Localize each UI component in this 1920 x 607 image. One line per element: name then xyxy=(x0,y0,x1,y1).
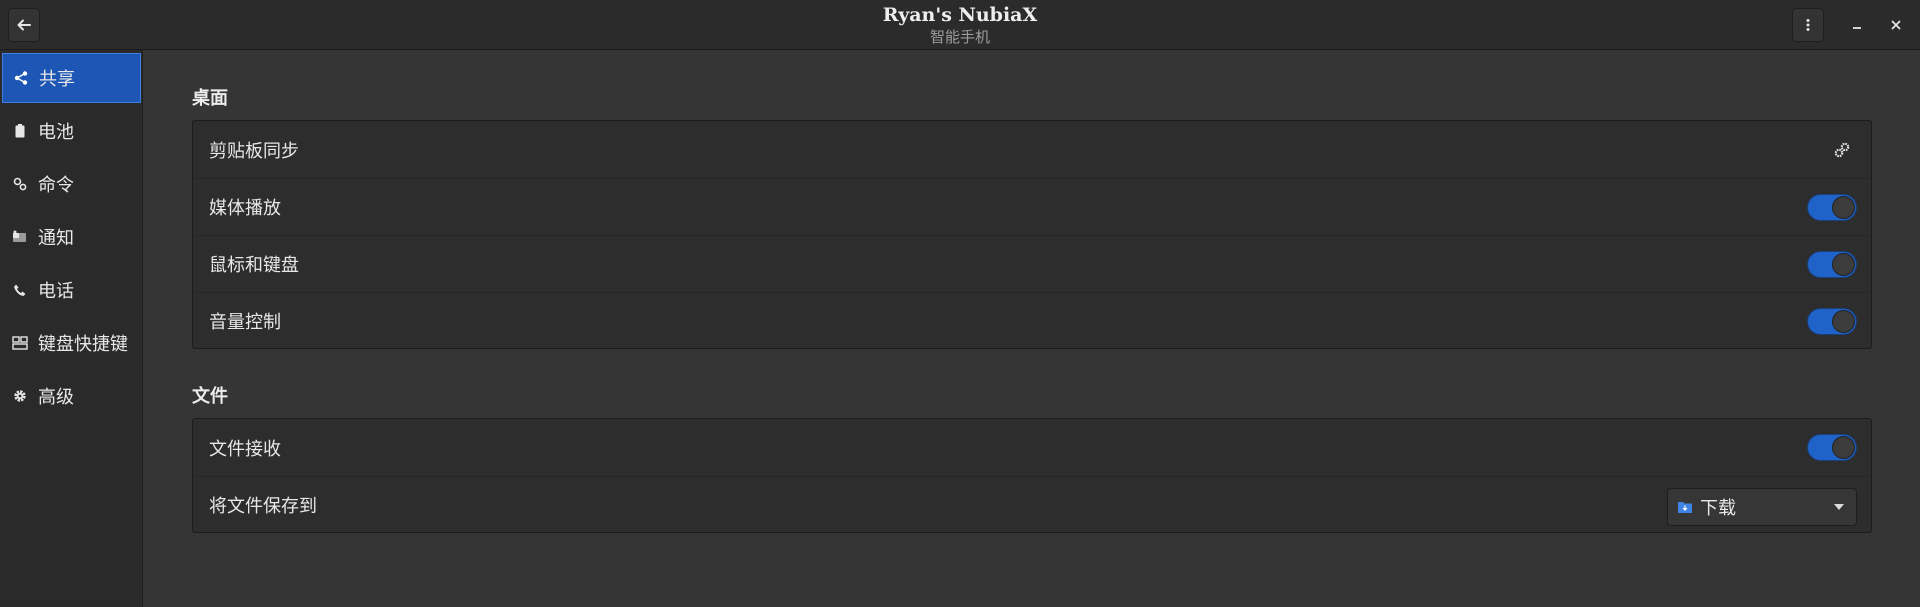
sidebar-item-label: 高级 xyxy=(38,387,74,408)
sidebar-item-battery[interactable]: 电池 xyxy=(2,106,141,156)
phone-icon xyxy=(2,283,38,297)
volume-control-row: 音量控制 xyxy=(193,292,1871,349)
row-label: 音量控制 xyxy=(209,312,281,333)
header-bar: Ryan's NubiaX 智能手机 xyxy=(0,0,1920,50)
row-label: 媒体播放 xyxy=(209,198,281,219)
sidebar-item-label: 电池 xyxy=(38,122,74,143)
window-title: Ryan's NubiaX xyxy=(882,4,1038,26)
sidebar-item-advanced[interactable]: 高级 xyxy=(2,371,141,421)
menu-button[interactable] xyxy=(1792,8,1824,42)
kebab-menu-icon xyxy=(1806,19,1810,31)
window-subtitle: 智能手机 xyxy=(929,28,990,46)
close-icon xyxy=(1891,20,1901,30)
volume-control-toggle[interactable] xyxy=(1807,307,1857,335)
battery-icon xyxy=(2,124,38,138)
sidebar-item-label: 通知 xyxy=(38,228,74,249)
toggle-knob xyxy=(1832,195,1855,219)
sidebar-item-share[interactable]: 共享 xyxy=(2,53,141,103)
chevron-down-icon xyxy=(1834,504,1844,510)
title-area: Ryan's NubiaX 智能手机 xyxy=(0,4,1920,47)
sidebar-item-shortcuts[interactable]: 键盘快捷键 xyxy=(2,318,141,368)
row-label: 剪贴板同步 xyxy=(209,140,299,162)
sidebar-item-label: 键盘快捷键 xyxy=(38,334,128,355)
file-receive-toggle[interactable] xyxy=(1807,434,1857,461)
mouse-keyboard-toggle[interactable] xyxy=(1807,250,1857,278)
command-icon xyxy=(2,177,38,191)
save-location-dropdown[interactable]: 下载 xyxy=(1667,488,1857,526)
sidebar-item-label: 命令 xyxy=(38,175,74,196)
section-title-files: 文件 xyxy=(192,386,228,407)
row-label: 将文件保存到 xyxy=(209,496,317,517)
section-title-desktop: 桌面 xyxy=(192,88,228,109)
toggle-knob xyxy=(1832,309,1855,333)
sidebar-item-label: 共享 xyxy=(39,69,75,90)
minimize-icon xyxy=(1853,27,1861,29)
close-button[interactable] xyxy=(1880,8,1912,42)
media-playback-row: 媒体播放 xyxy=(193,178,1871,235)
share-icon xyxy=(3,71,39,85)
settings-action-icon[interactable] xyxy=(1833,141,1851,159)
dropdown-value: 下载 xyxy=(1700,498,1736,519)
gear-icon xyxy=(2,389,38,403)
clipboard-sync-row[interactable]: 剪贴板同步 xyxy=(193,121,1871,178)
desktop-settings-card: 剪贴板同步 媒体播放 鼠标和键盘 音量控制 xyxy=(192,120,1872,349)
media-playback-toggle[interactable] xyxy=(1807,193,1857,221)
keyboard-shortcuts-icon xyxy=(2,336,38,350)
toggle-knob xyxy=(1832,252,1855,276)
file-receive-row: 文件接收 xyxy=(193,419,1871,476)
sidebar-item-commands[interactable]: 命令 xyxy=(2,159,141,209)
sidebar-item-label: 电话 xyxy=(38,281,74,302)
mouse-keyboard-row: 鼠标和键盘 xyxy=(193,235,1871,292)
files-settings-card: 文件接收 将文件保存到 下载 xyxy=(192,418,1872,533)
sidebar-item-phone[interactable]: 电话 xyxy=(2,265,141,315)
download-folder-icon xyxy=(1678,502,1692,513)
toggle-knob xyxy=(1832,436,1855,459)
sidebar: 共享 电池 命令 通知 电话 键盘快捷键 高级 xyxy=(0,50,143,607)
notification-icon xyxy=(2,230,38,244)
row-label: 鼠标和键盘 xyxy=(209,255,299,276)
save-location-row: 将文件保存到 下载 xyxy=(193,476,1871,533)
row-label: 文件接收 xyxy=(209,438,281,460)
sidebar-item-notifications[interactable]: 通知 xyxy=(2,212,141,262)
minimize-button[interactable] xyxy=(1841,8,1873,42)
